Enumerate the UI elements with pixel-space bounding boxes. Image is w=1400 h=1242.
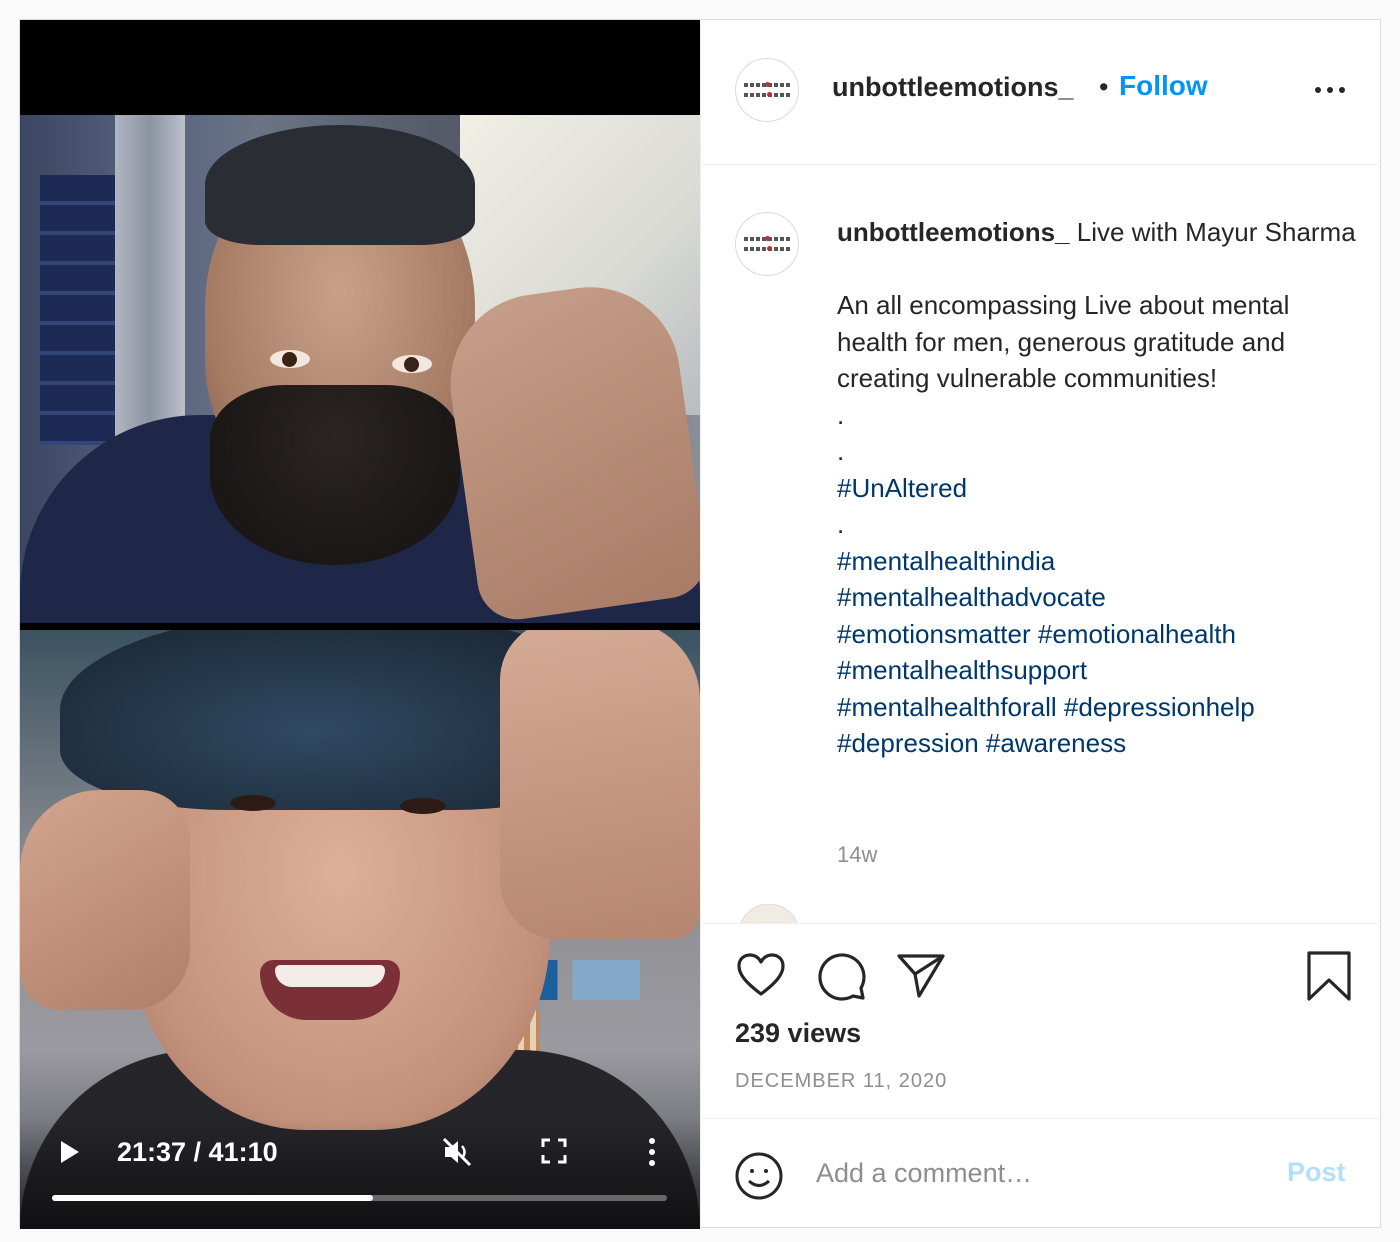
bookmark-icon[interactable] (1303, 950, 1355, 1002)
emoji-icon[interactable] (734, 1151, 784, 1201)
fullscreen-icon[interactable] (540, 1137, 568, 1165)
caption-text: unbottleemotions_ Live with Mayur Sharma… (837, 214, 1357, 762)
caption-line: . (837, 436, 845, 466)
hashtag-link[interactable]: #mentalhealthindia (837, 543, 1357, 580)
post-side-panel: unbottleemotions_ • Follow unbottleemoti… (700, 20, 1382, 1229)
more-horizontal-icon[interactable] (1313, 80, 1347, 100)
post-header: unbottleemotions_ • Follow (701, 20, 1382, 165)
avatar[interactable] (735, 212, 799, 276)
hashtag-link[interactable]: #mentalhealthadvocate (837, 579, 1357, 616)
post-button[interactable]: Post (1287, 1157, 1346, 1188)
play-icon[interactable] (58, 1137, 82, 1167)
partial-comment (739, 903, 1339, 923)
caption-line: Live with Mayur Sharma (1076, 217, 1356, 247)
video-progress-fill (52, 1195, 374, 1201)
video-progress-bar[interactable] (52, 1195, 667, 1201)
more-vertical-icon[interactable] (642, 1135, 662, 1169)
comment-bar: Post (701, 1118, 1382, 1229)
caption-line: An all encompassing Live about mental he… (837, 290, 1290, 393)
caption-line: . (837, 509, 845, 539)
hashtag-link[interactable]: #UnAltered (837, 470, 1357, 507)
caption-line: . (837, 399, 845, 430)
header-username[interactable]: unbottleemotions_ (832, 72, 1074, 103)
hashtag-link[interactable]: #emotionsmatter #emotionalhealth (837, 616, 1357, 653)
caption-age[interactable]: 14w (837, 842, 877, 868)
volume-muted-icon[interactable] (440, 1135, 474, 1169)
avatar[interactable] (735, 58, 799, 122)
post-actions: 239 views DECEMBER 11, 2020 (701, 923, 1382, 1118)
header-separator: • (1099, 72, 1109, 102)
follow-button[interactable]: Follow (1119, 70, 1208, 102)
caption-username[interactable]: unbottleemotions_ (837, 217, 1070, 247)
caption-line (837, 251, 1357, 288)
heart-icon[interactable] (735, 950, 787, 1002)
share-icon[interactable] (895, 950, 947, 1002)
hashtag-link[interactable]: #mentalhealthsupport (837, 652, 1357, 689)
video-player[interactable]: 21:37 / 41:10 (20, 20, 700, 1229)
comment-icon[interactable] (815, 950, 867, 1002)
video-top-camera (20, 115, 700, 623)
hashtag-link[interactable]: #depression #awareness (837, 725, 1357, 762)
post-dialog: 21:37 / 41:10 unbottleemotions_ • Follow… (19, 19, 1382, 1229)
view-count[interactable]: 239 views (735, 1018, 861, 1049)
video-time: 21:37 / 41:10 (117, 1137, 278, 1167)
caption-first-line: unbottleemotions_ Live with Mayur Sharma (837, 214, 1357, 251)
hashtag-link[interactable]: #mentalhealthforall #depressionhelp (837, 689, 1357, 726)
post-date: DECEMBER 11, 2020 (735, 1070, 948, 1092)
comment-input[interactable] (816, 1153, 1256, 1193)
post-caption: unbottleemotions_ Live with Mayur Sharma… (701, 166, 1382, 923)
video-controls: 21:37 / 41:10 (20, 1119, 700, 1229)
